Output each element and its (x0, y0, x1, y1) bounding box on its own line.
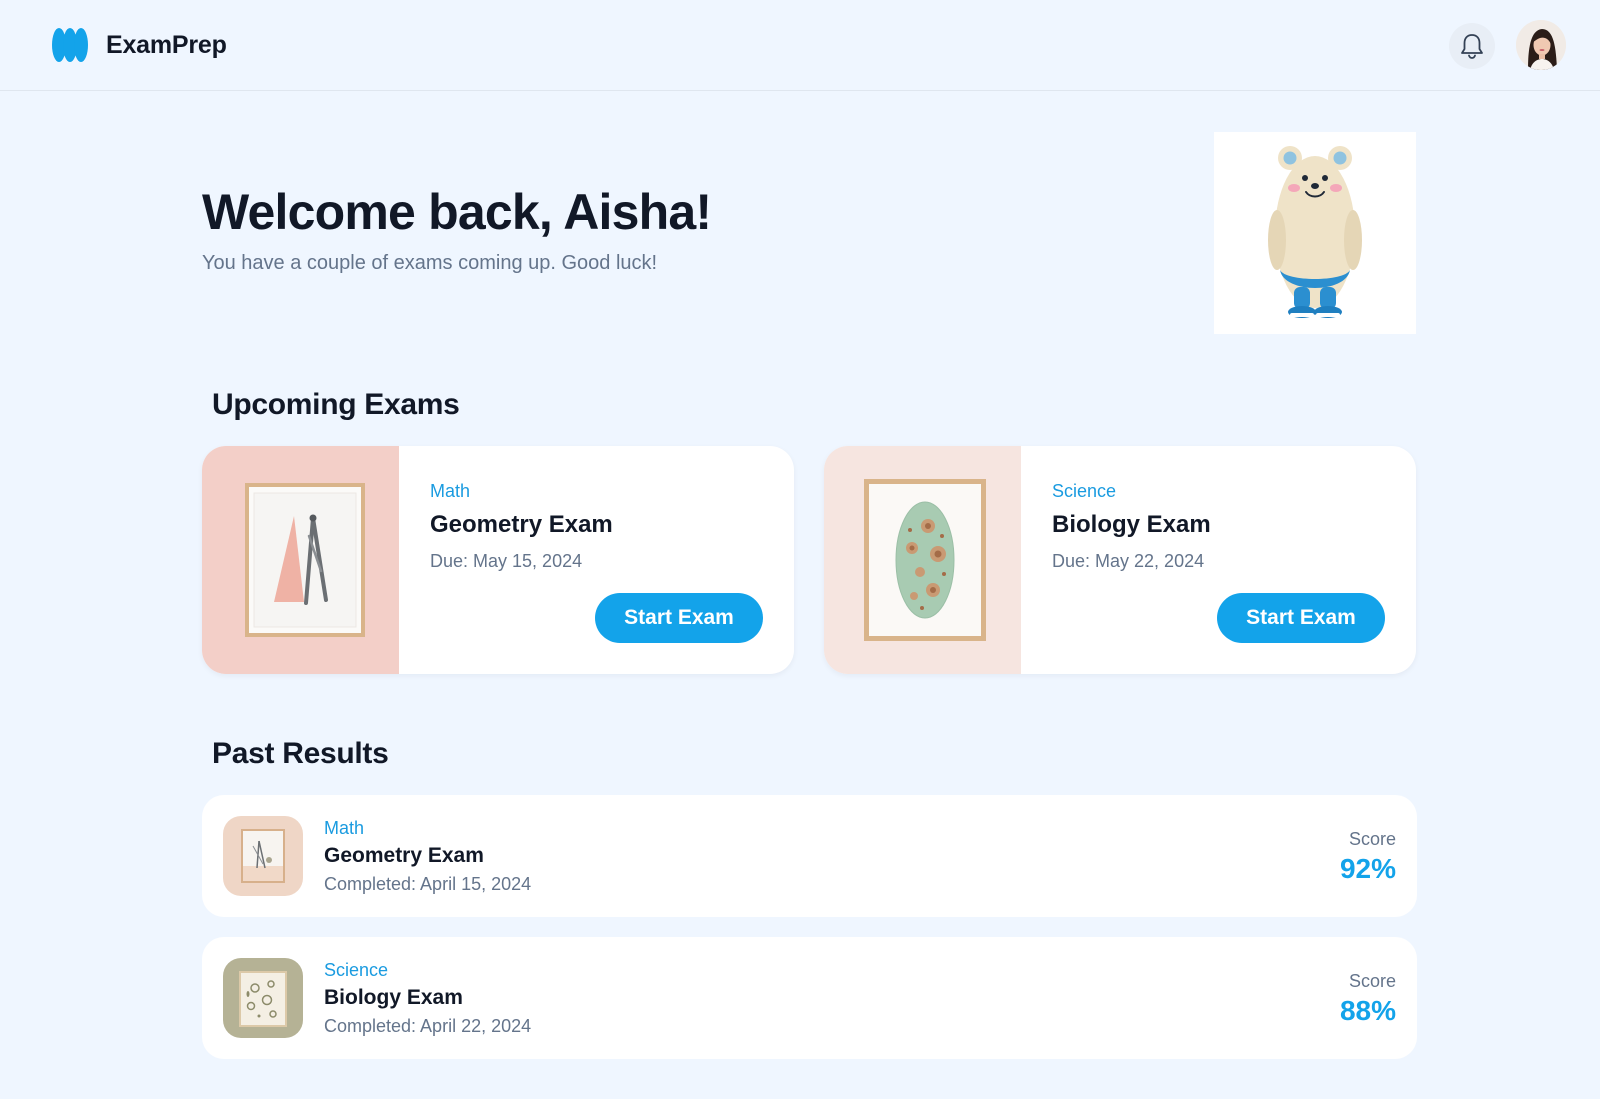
cell-art (824, 446, 1021, 674)
exam-name: Geometry Exam (430, 511, 613, 538)
score-label: Score (1348, 971, 1396, 991)
brand-name[interactable]: ExamPrep (106, 31, 227, 60)
welcome-heading: Welcome back, Aisha! (202, 184, 712, 240)
upcoming-exam-card-biology: Science Biology Exam Due: May 22, 2024 S… (824, 446, 1416, 674)
result-row-biology[interactable]: Science Biology Exam Completed: April 22… (202, 937, 1417, 1059)
notifications-button[interactable] (1449, 23, 1495, 69)
top-navigation-bar: ExamPrep (0, 0, 1600, 91)
upcoming-exam-card-geometry: Math Geometry Exam Due: May 15, 2024 Sta… (202, 446, 794, 674)
geometry-tools-art (202, 446, 399, 674)
start-exam-button[interactable]: Start Exam (1217, 593, 1385, 643)
exam-prep-logo-icon[interactable] (52, 28, 88, 62)
score-label: Score (1348, 829, 1396, 849)
geometry-thumbnail (223, 816, 303, 896)
result-exam-name: Geometry Exam (324, 844, 484, 867)
exam-subject: Math (430, 481, 471, 501)
result-exam-name: Biology Exam (324, 986, 463, 1009)
exam-due-date: Due: May 22, 2024 (1052, 551, 1205, 571)
past-results-heading: Past Results (212, 737, 389, 770)
exam-name: Biology Exam (1052, 511, 1211, 538)
bear-mascot-illustration (1214, 132, 1416, 334)
upcoming-exams-heading: Upcoming Exams (212, 388, 460, 421)
result-subject: Science (324, 960, 389, 980)
score-value: 92% (1339, 853, 1396, 884)
result-completed-date: Completed: April 15, 2024 (324, 874, 532, 894)
user-avatar[interactable] (1516, 20, 1566, 70)
result-completed-date: Completed: April 22, 2024 (324, 1016, 532, 1036)
exam-subject: Science (1052, 481, 1117, 501)
bell-icon (1461, 34, 1483, 59)
biology-thumbnail (223, 958, 303, 1038)
score-value: 88% (1339, 995, 1396, 1026)
result-subject: Math (324, 818, 365, 838)
exam-due-date: Due: May 15, 2024 (430, 551, 583, 571)
welcome-subtitle: You have a couple of exams coming up. Go… (202, 252, 658, 274)
start-exam-button[interactable]: Start Exam (595, 593, 763, 643)
result-row-geometry[interactable]: Math Geometry Exam Completed: April 15, … (202, 795, 1417, 917)
